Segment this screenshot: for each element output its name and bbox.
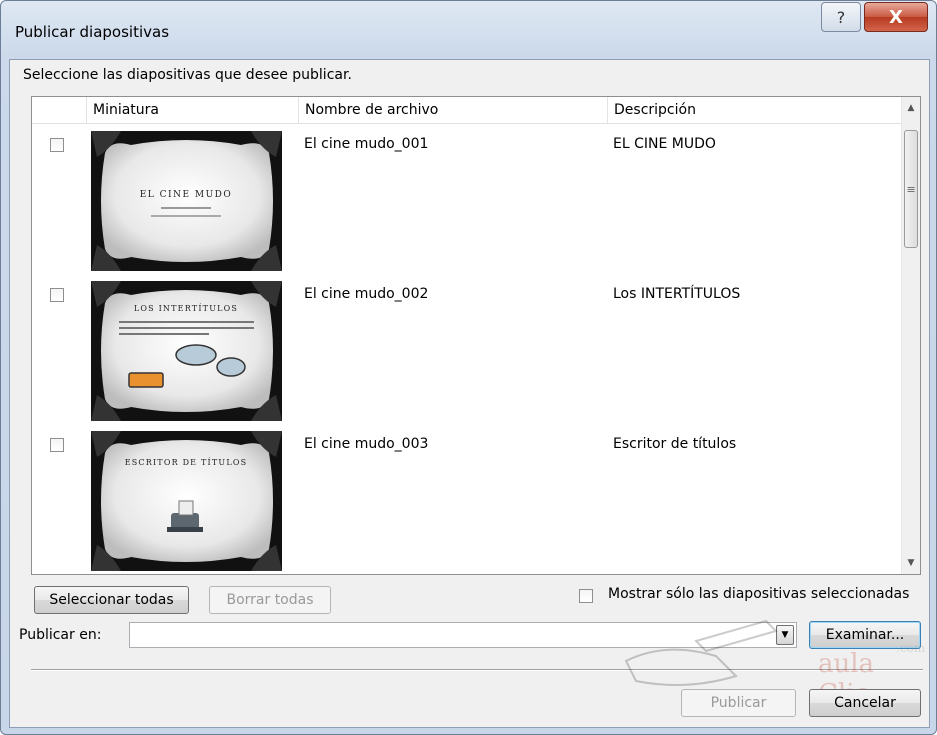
slide-thumbnail: EL CINE MUDO [91,131,282,271]
show-selected-only-checkbox[interactable] [579,589,593,603]
grip-icon: ≡ [906,182,916,196]
select-all-button[interactable]: Seleccionar todas [34,586,189,614]
slide-filename: El cine mudo_003 [304,436,429,452]
close-button[interactable]: X [864,2,928,32]
scroll-thumb[interactable]: ≡ [904,130,918,248]
thumbnail-image: EL CINE MUDO [91,131,282,271]
slide-description: Escritor de títulos [613,436,737,452]
thumbnail-image: ESCRITOR DE TÍTULOS [91,431,282,571]
cancel-button[interactable]: Cancelar [809,689,921,717]
clear-all-button[interactable]: Borrar todas [209,586,331,614]
slide-checkbox[interactable] [50,438,64,452]
vertical-scrollbar[interactable]: ▲ ≡ ▼ [901,97,920,574]
thumb-title: ESCRITOR DE TÍTULOS [125,458,248,467]
list-item[interactable]: LOS INTERTÍTULOS El cine mudo_002 Los IN… [32,274,902,424]
header-thumbnail[interactable]: Miniatura [87,97,299,123]
slide-description: Los INTERTÍTULOS [613,286,741,302]
list-item[interactable]: EL CINE MUDO El cine mudo_001 EL CINE MU… [32,124,902,274]
slide-checkbox[interactable] [50,138,64,152]
help-button[interactable]: ? [821,2,861,32]
header-description[interactable]: Descripción [608,97,902,123]
scroll-up-icon[interactable]: ▲ [902,99,920,117]
slide-thumbnail: ESCRITOR DE TÍTULOS [91,431,282,571]
slide-description: EL CINE MUDO [613,136,716,152]
slide-filename: El cine mudo_001 [304,136,429,152]
header-checkbox-col [32,97,87,123]
header-filename[interactable]: Nombre de archivo [299,97,608,123]
thumbnail-image: LOS INTERTÍTULOS [91,281,282,421]
list-item[interactable]: ESCRITOR DE TÍTULOS El cine mudo_003 Esc… [32,424,902,574]
publish-to-label: Publicar en: [19,627,102,643]
dialog-window: Publicar diapositivas ? X Seleccione las… [0,0,937,735]
slide-thumbnail: LOS INTERTÍTULOS [91,281,282,421]
publish-button[interactable]: Publicar [681,689,796,717]
thumb-title: EL CINE MUDO [140,190,233,200]
slides-list[interactable]: Miniatura Nombre de archivo Descripción … [31,96,921,575]
title-bar[interactable]: Publicar diapositivas ? X [1,1,936,59]
slide-checkbox[interactable] [50,288,64,302]
close-icon: X [889,6,903,28]
dialog-title: Publicar diapositivas [15,23,170,41]
watermark-sub: .com [896,641,926,655]
show-selected-only-label[interactable]: Mostrar sólo las diapositivas selecciona… [608,586,909,602]
help-icon: ? [836,7,846,27]
list-header: Miniatura Nombre de archivo Descripción [32,97,902,124]
instruction-label: Seleccione las diapositivas que desee pu… [23,67,352,83]
scroll-down-icon[interactable]: ▼ [902,554,920,572]
thumb-title: LOS INTERTÍTULOS [134,304,238,313]
slide-filename: El cine mudo_002 [304,286,429,302]
